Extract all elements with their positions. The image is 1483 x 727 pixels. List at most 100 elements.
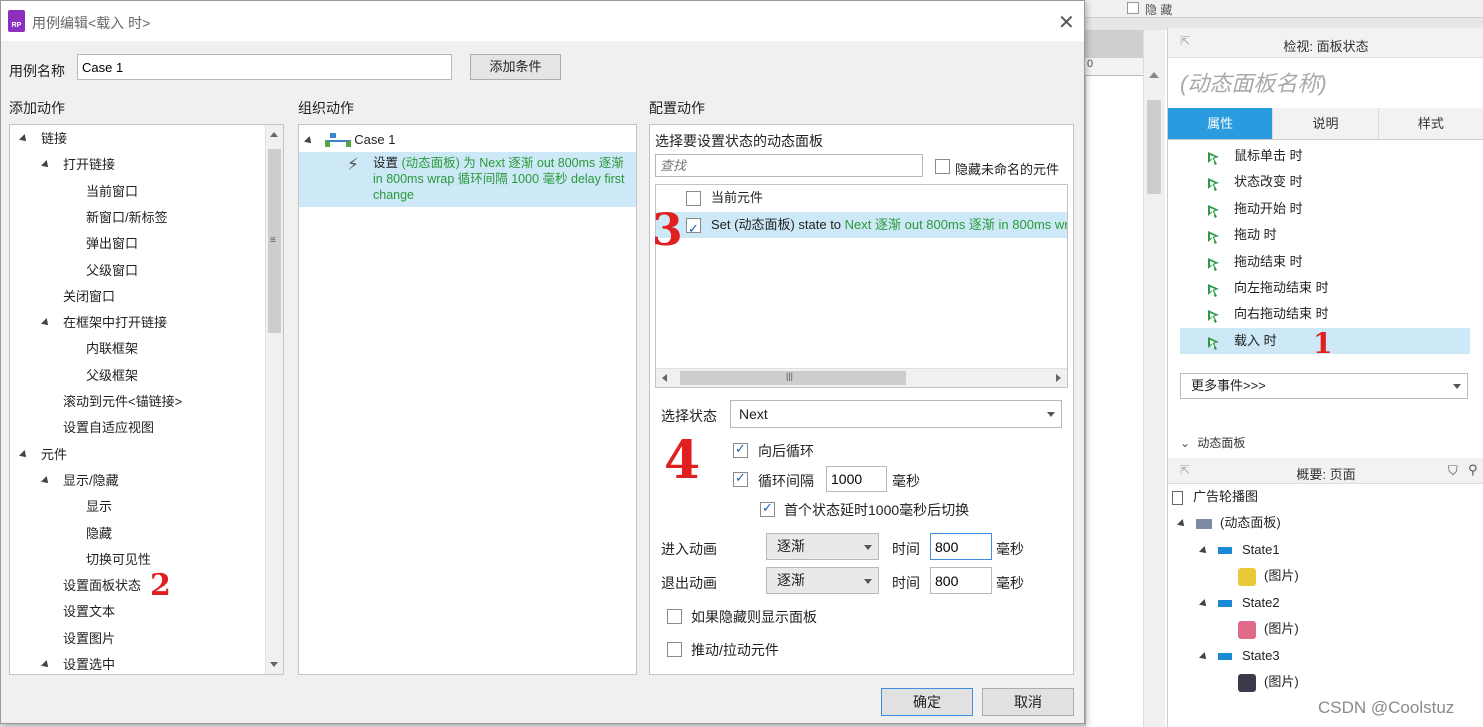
case-editor-dialog: RP 用例编辑<载入 时> ✕ 用例名称 添加条件 添加动作 组织动作 配置动作… (0, 0, 1085, 724)
action-tree-label: 弹出窗口 (86, 236, 139, 252)
animate-in-unit-label: 毫秒 (996, 541, 1024, 557)
event-item[interactable]: 拖动 时 (1180, 222, 1470, 248)
scroll-up-icon[interactable] (1149, 72, 1159, 78)
row-checkbox[interactable] (686, 191, 701, 206)
action-details: (动态面板) 为 Next 逐渐 out 800ms 逐渐 in 800ms w… (373, 156, 625, 202)
row-checkbox[interactable] (686, 216, 701, 238)
case-node[interactable]: Case 1 (304, 129, 395, 151)
action-tree-item[interactable]: 在框架中打开链接 (10, 310, 264, 336)
expand-icon[interactable] (41, 318, 51, 329)
panel-name-field[interactable]: (动态面板名称) (1180, 66, 1327, 98)
action-tree-item[interactable]: 打开链接 (10, 152, 264, 178)
scroll-right-icon[interactable] (1056, 374, 1061, 382)
scroll-up-icon[interactable] (270, 132, 278, 137)
animate-in-time-input[interactable] (930, 533, 992, 560)
filter-icon[interactable]: ⛉ (1448, 463, 1458, 479)
tab-properties[interactable]: 属性 (1168, 108, 1274, 139)
wrap-checkbox[interactable] (733, 441, 748, 458)
panel-list-horizontal-scrollbar[interactable]: ||| (656, 368, 1067, 387)
action-tree-item[interactable]: 设置自适应视图 (10, 415, 264, 441)
action-tree-item[interactable]: 切换可见性 (10, 547, 264, 573)
outline-item[interactable]: State2 (1199, 590, 1280, 616)
scroll-down-icon[interactable] (270, 662, 278, 667)
canvas-vertical-scrollbar[interactable] (1143, 30, 1165, 727)
tab-notes[interactable]: 说明 (1273, 108, 1379, 139)
search-icon[interactable]: ⚲ (1468, 462, 1478, 478)
action-tree-item[interactable]: 链接 (10, 126, 264, 152)
animate-out-time-input[interactable] (930, 567, 992, 594)
expand-icon[interactable] (41, 475, 51, 486)
action-tree-item[interactable]: 显示/隐藏 (10, 468, 264, 494)
tree-vertical-scrollbar[interactable]: ≡ (265, 125, 283, 674)
show-if-hidden-checkbox[interactable] (667, 609, 682, 624)
action-tree-label: 新窗口/新标签 (86, 209, 168, 225)
event-item[interactable]: 状态改变 时 (1180, 169, 1470, 195)
outline-item[interactable]: State3 (1199, 643, 1280, 669)
expand-icon[interactable] (41, 660, 51, 670)
tab-style[interactable]: 样式 (1378, 108, 1483, 139)
action-tree-item[interactable]: 设置文本 (10, 599, 264, 625)
delay-first-checkbox[interactable] (760, 500, 775, 517)
more-events-dropdown[interactable]: 更多事件>>> (1180, 373, 1468, 399)
expand-icon[interactable] (19, 134, 29, 144)
action-tree-item[interactable]: 内联框架 (10, 336, 264, 362)
event-item[interactable]: 向左拖动结束 时 (1180, 275, 1470, 301)
event-item[interactable]: 鼠标单击 时 (1180, 143, 1470, 169)
wrap-label: 向后循环 (758, 443, 814, 459)
action-tree-item[interactable]: 当前窗口 (10, 179, 264, 205)
expand-icon[interactable] (1199, 545, 1209, 556)
event-item[interactable]: 向右拖动结束 时 (1180, 301, 1470, 327)
repeat-interval-input[interactable] (826, 466, 887, 492)
event-item[interactable]: 拖动结束 时 (1180, 249, 1470, 275)
expand-icon[interactable] (1199, 651, 1209, 662)
hide-unnamed-checkbox[interactable] (935, 159, 950, 174)
delay-first-label: 首个状态延时1000毫秒后切换 (784, 502, 970, 518)
action-tree-item[interactable]: 滚动到元件<锚链接> (10, 389, 264, 415)
expand-icon[interactable] (19, 449, 29, 460)
cancel-button[interactable]: 取消 (982, 688, 1074, 716)
action-tree-item[interactable]: 设置选中 (10, 652, 264, 674)
animate-in-select[interactable]: 逐渐 (766, 533, 879, 560)
expand-icon[interactable] (304, 136, 314, 146)
panel-list-row[interactable]: Set (动态面板) state to Next 逐渐 out 800ms 逐渐… (656, 212, 1067, 238)
panel-list-row[interactable]: 当前元件 (656, 185, 1067, 211)
repeat-checkbox[interactable] (733, 470, 748, 487)
action-tree-item[interactable]: 关闭窗口 (10, 284, 264, 310)
dynamic-panel-section[interactable]: ⌄ 动态面板 (1180, 434, 1245, 451)
action-tree-item[interactable]: 显示 (10, 494, 264, 520)
image-thumbnail-icon (1238, 567, 1256, 586)
animate-out-select[interactable]: 逐渐 (766, 567, 879, 594)
expand-icon[interactable] (1177, 518, 1187, 529)
expand-icon[interactable] (41, 160, 51, 171)
case-name-input[interactable] (77, 54, 452, 80)
action-tree-item[interactable]: 父级框架 (10, 363, 264, 389)
action-tree-item[interactable]: 设置图片 (10, 626, 264, 652)
action-tree-item[interactable]: 新窗口/新标签 (10, 205, 264, 231)
outline-item[interactable]: (图片) (1238, 616, 1299, 642)
action-tree-item[interactable]: 弹出窗口 (10, 231, 264, 257)
ok-button[interactable]: 确定 (881, 688, 973, 716)
event-item[interactable]: 拖动开始 时 (1180, 196, 1470, 222)
selected-action-item[interactable]: ⚡ 设置 (动态面板) 为 Next 逐渐 out 800ms 逐渐 in 80… (299, 152, 636, 207)
event-cursor-icon (1206, 334, 1221, 350)
push-pull-checkbox[interactable] (667, 642, 682, 657)
outline-item[interactable]: (图片) (1238, 563, 1299, 589)
action-tree-item[interactable]: 父级窗口 (10, 258, 264, 284)
scroll-thumb[interactable] (1147, 100, 1161, 194)
expand-icon[interactable] (1199, 598, 1209, 609)
outline-item[interactable]: 广告轮播图 (1172, 484, 1258, 510)
outline-item[interactable]: (图片) (1238, 669, 1299, 695)
event-label: 向左拖动结束 时 (1234, 279, 1329, 295)
hide-checkbox[interactable] (1127, 2, 1139, 14)
action-tree-item[interactable]: 设置面板状态 (10, 573, 264, 599)
close-icon[interactable]: ✕ (1058, 10, 1075, 35)
action-tree-item[interactable]: 隐藏 (10, 521, 264, 547)
outline-item[interactable]: State1 (1199, 537, 1280, 563)
panel-search-input[interactable] (655, 154, 923, 177)
action-tree-item[interactable]: 元件 (10, 442, 264, 468)
add-condition-button[interactable]: 添加条件 (470, 54, 561, 80)
outline-item[interactable]: (动态面板) (1177, 510, 1281, 536)
event-label: 拖动开始 时 (1234, 200, 1303, 216)
state-select[interactable]: Next (730, 400, 1062, 428)
scroll-left-icon[interactable] (662, 374, 667, 382)
